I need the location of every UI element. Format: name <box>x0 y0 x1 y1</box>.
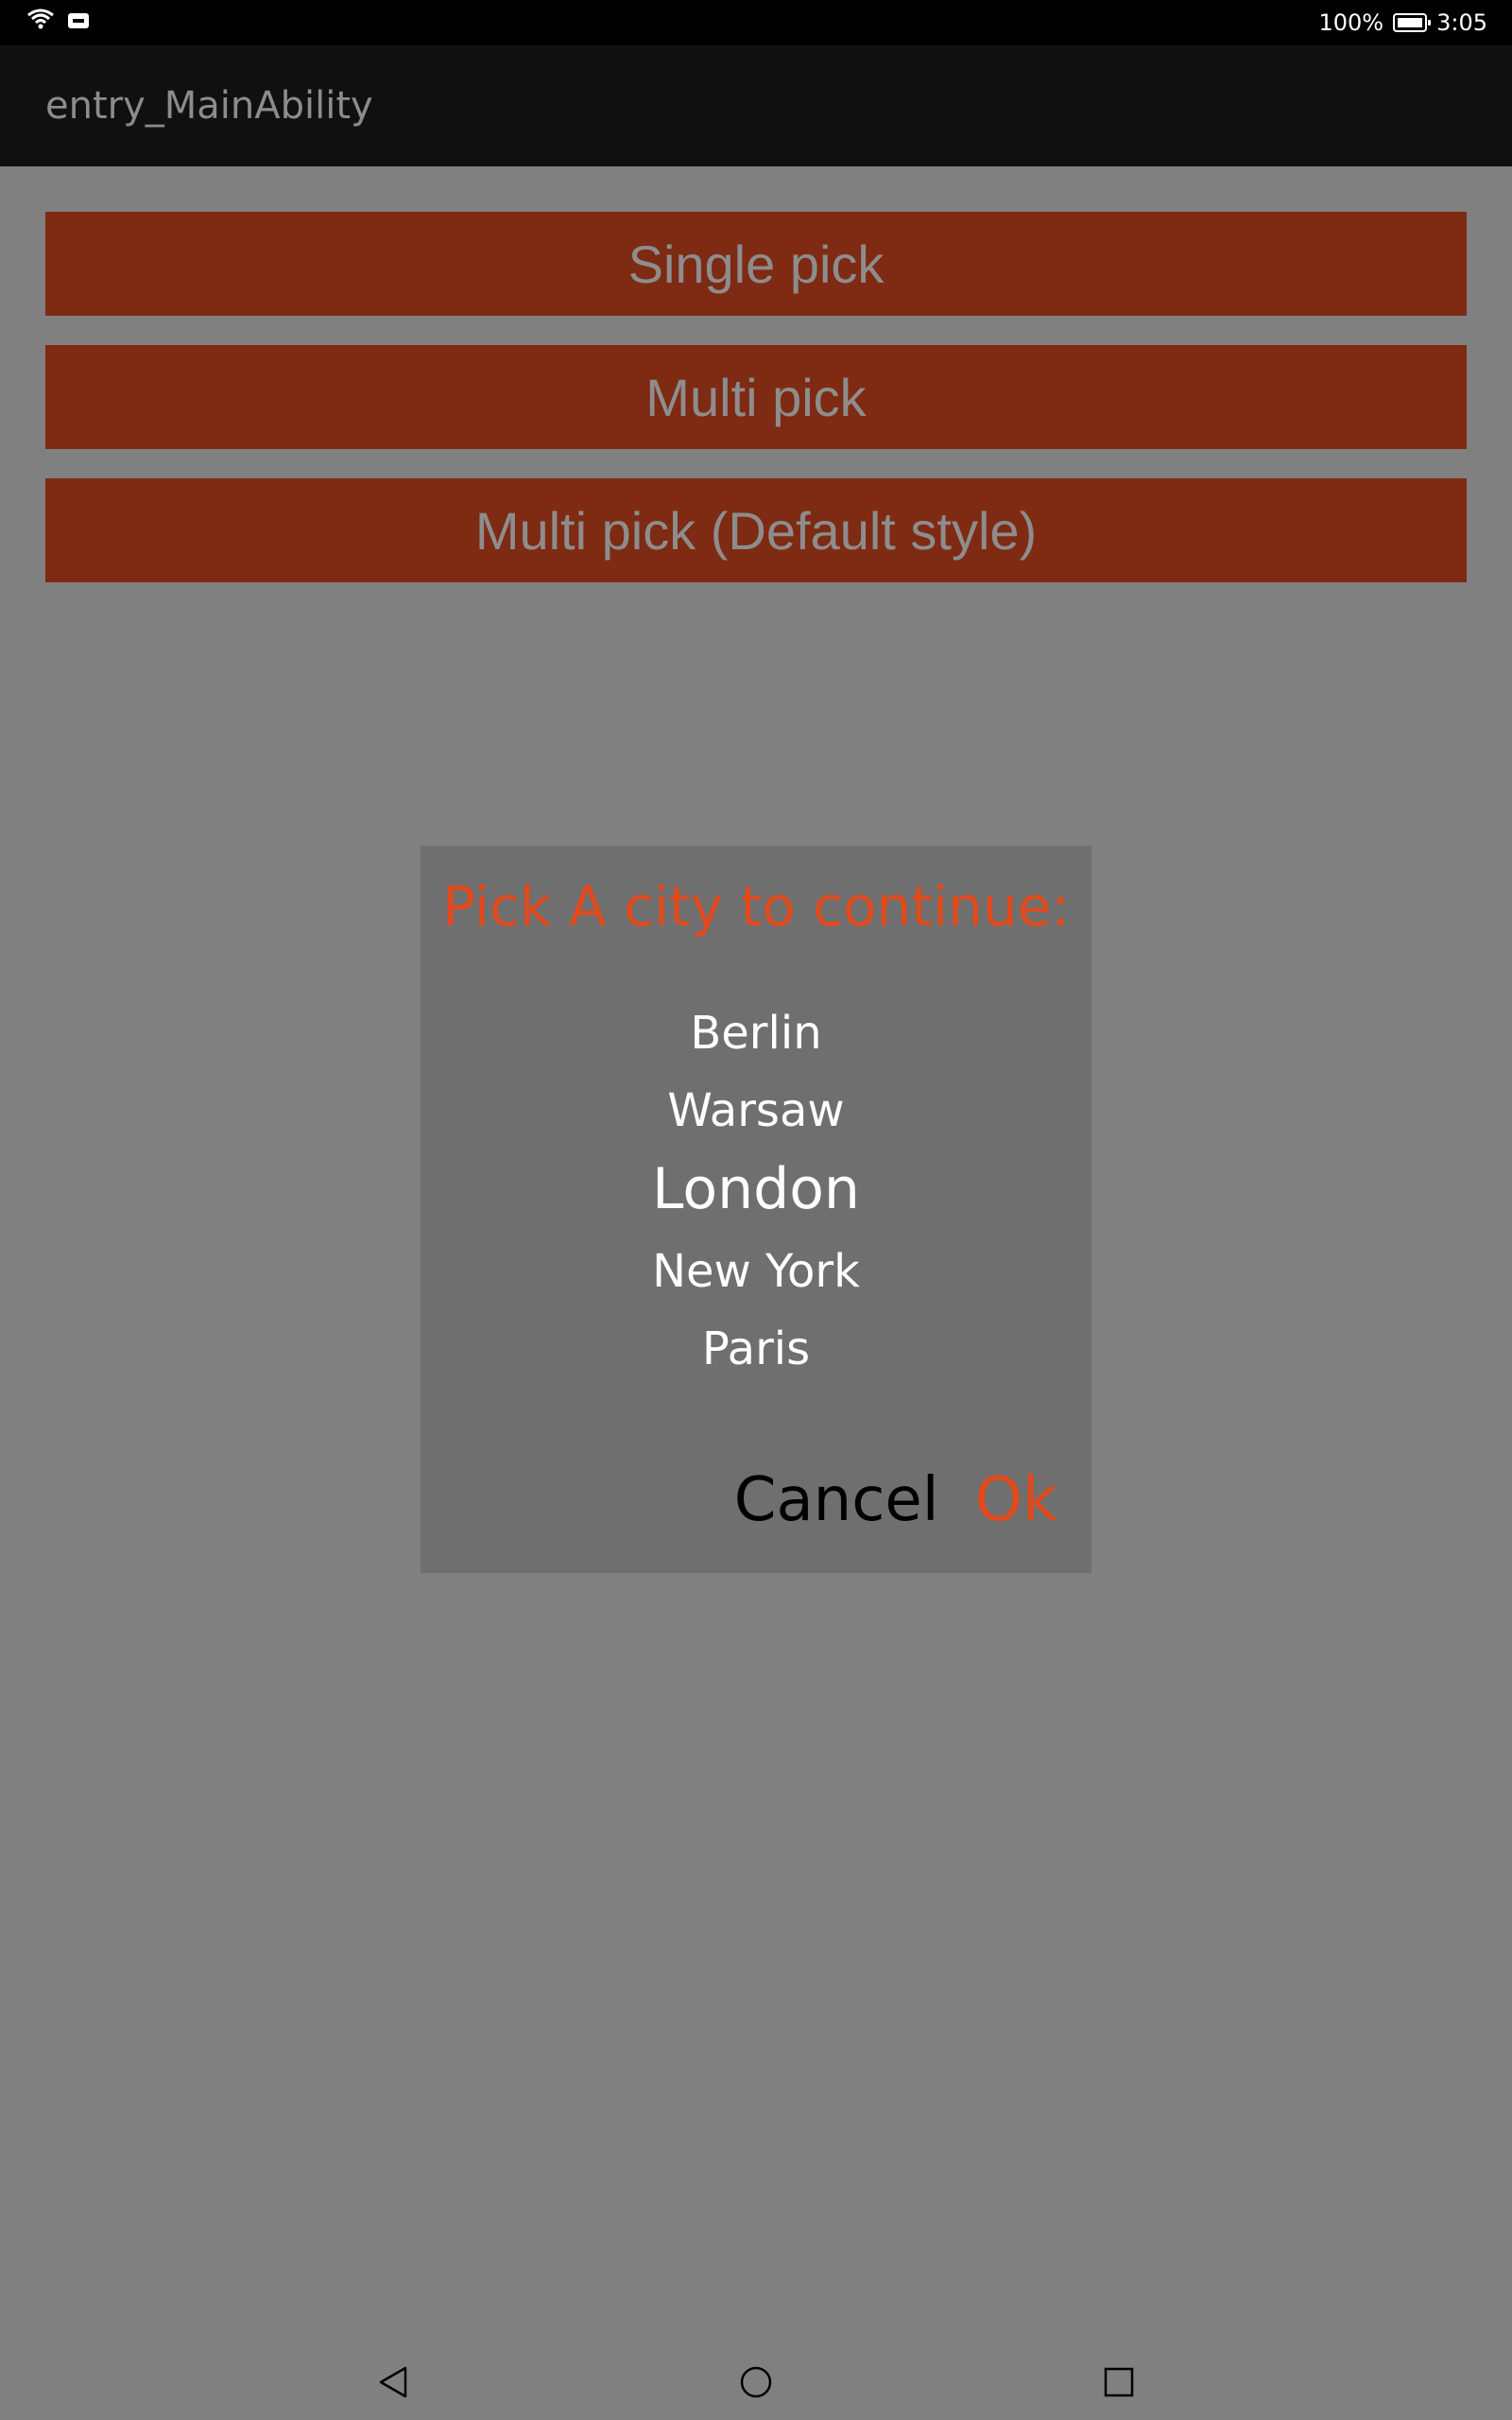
city-option-paris[interactable]: Paris <box>421 1322 1091 1375</box>
recents-icon[interactable] <box>1081 2344 1157 2420</box>
dialog-title: Pick A city to continue: <box>442 874 1070 939</box>
multi-pick-button[interactable]: Multi pick <box>45 345 1467 449</box>
app-title: entry_MainAbility <box>45 84 373 128</box>
back-icon[interactable] <box>355 2344 431 2420</box>
city-option-berlin[interactable]: Berlin <box>421 1007 1091 1060</box>
city-option-warsaw[interactable]: Warsaw <box>421 1084 1091 1137</box>
dialog-actions: Cancel Ok <box>734 1465 1057 1535</box>
status-right: 100% 3:05 <box>1318 0 1487 45</box>
battery-icon <box>1393 13 1432 32</box>
single-pick-button[interactable]: Single pick <box>45 212 1467 316</box>
status-left-icons <box>26 8 89 34</box>
city-picker-dialog: Pick A city to continue: Berlin Warsaw L… <box>421 846 1091 1573</box>
clock: 3:05 <box>1436 9 1487 36</box>
app-bar: entry_MainAbility <box>0 45 1512 166</box>
nfc-icon <box>68 13 89 28</box>
navigation-bar <box>0 2344 1512 2420</box>
cancel-button[interactable]: Cancel <box>734 1465 939 1535</box>
wifi-icon <box>26 8 55 34</box>
multi-pick-default-style-button[interactable]: Multi pick (Default style) <box>45 478 1467 582</box>
ok-button[interactable]: Ok <box>975 1465 1057 1535</box>
city-option-london-selected[interactable]: London <box>421 1156 1091 1222</box>
city-option-new-york[interactable]: New York <box>421 1245 1091 1298</box>
status-bar: 100% 3:05 <box>0 0 1512 45</box>
battery-percentage: 100% <box>1318 9 1384 36</box>
home-icon[interactable] <box>718 2344 794 2420</box>
